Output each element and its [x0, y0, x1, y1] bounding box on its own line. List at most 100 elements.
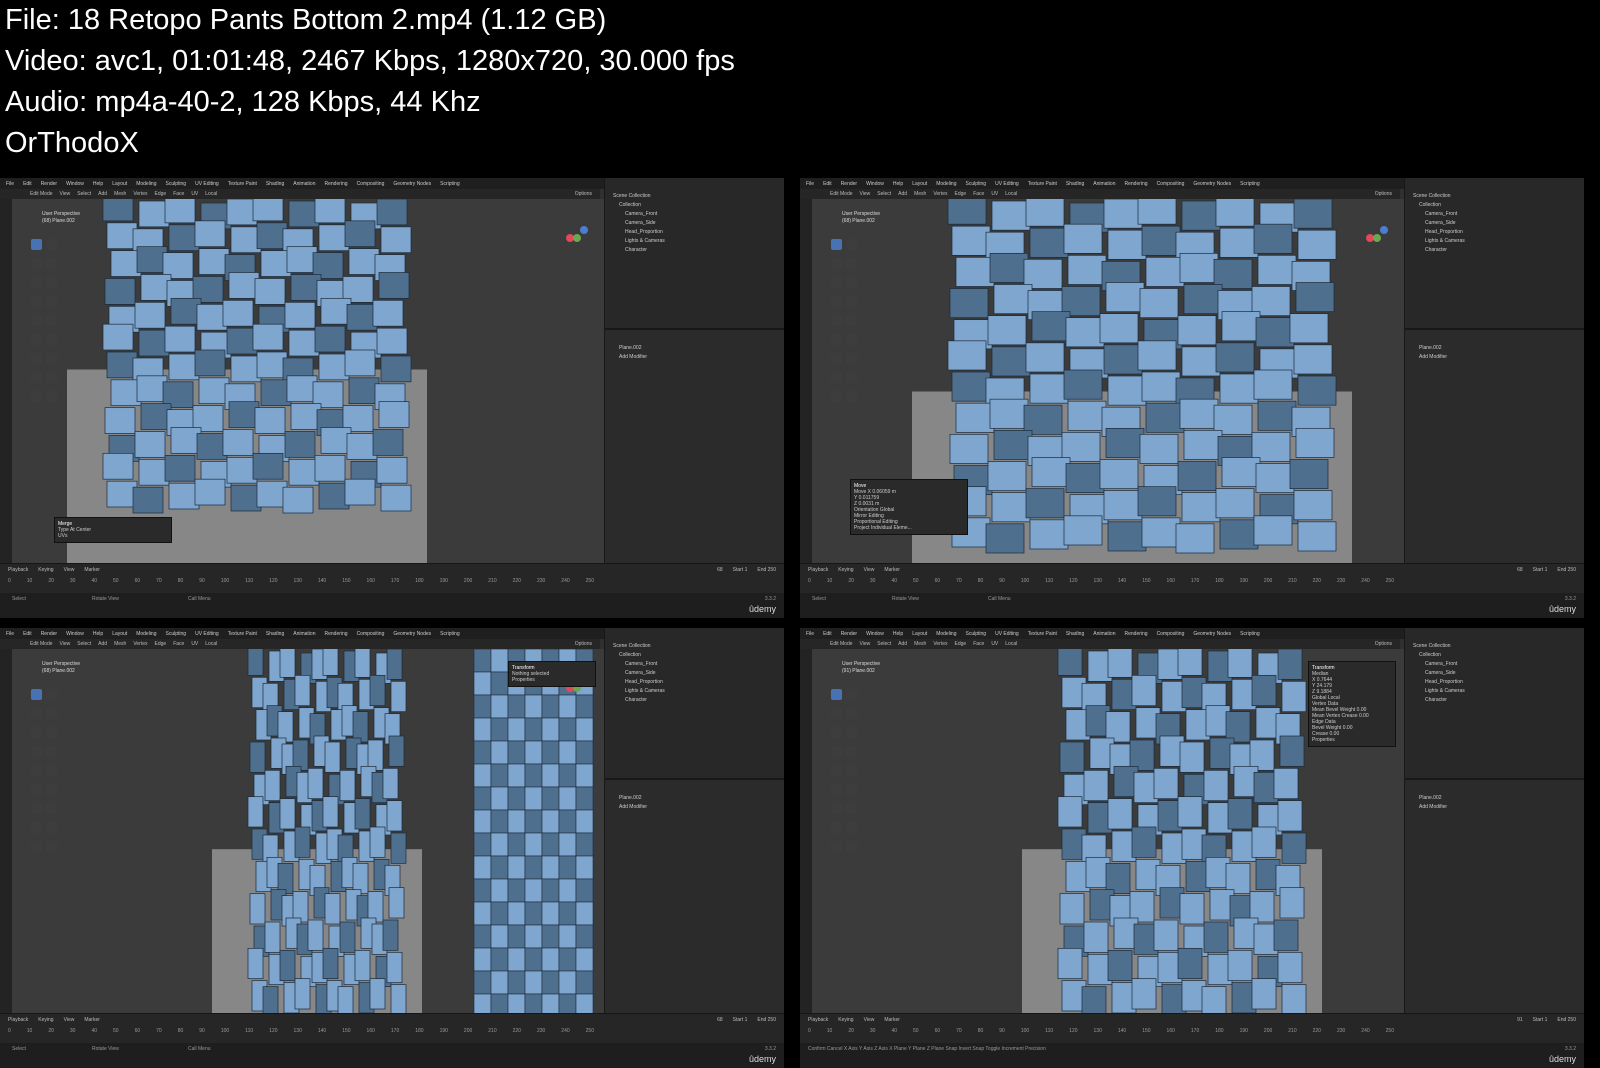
workspace-tab[interactable]: Geometry Nodes [393, 631, 431, 637]
frame-ruler[interactable]: 0 10 20 30 40 50 60 70 80 90 100 110 120 130 140 150 160… [808, 1028, 1394, 1038]
tool-icon[interactable] [846, 784, 857, 795]
add-modifier-button[interactable]: Add Modifier [1405, 803, 1584, 812]
menu-item[interactable]: Window [66, 631, 84, 637]
tool-icon[interactable] [46, 334, 57, 345]
outliner-row[interactable]: Lights & Cameras [1405, 687, 1584, 696]
tool-icon[interactable] [831, 727, 842, 738]
panel-row[interactable]: UVs [58, 533, 168, 539]
workspace-tab[interactable]: UV Editing [195, 181, 219, 187]
outliner-row[interactable]: Lights & Cameras [605, 687, 784, 696]
timeline-menu-item[interactable]: Marker [884, 567, 900, 573]
tool-icon[interactable] [46, 258, 57, 269]
tool-icon[interactable] [31, 315, 42, 326]
panel-row[interactable]: Project Individual Eleme... [854, 525, 964, 531]
panel-row[interactable]: Properties [1312, 737, 1392, 743]
tool-icon[interactable] [31, 765, 42, 776]
workspace-tab[interactable]: Sculpting [966, 631, 987, 637]
tool-icon[interactable] [31, 746, 42, 757]
tool-icon[interactable] [846, 315, 857, 326]
outliner-row[interactable]: Camera_Front [1405, 210, 1584, 219]
workspace-tab[interactable]: Rendering [324, 181, 347, 187]
menu-item[interactable]: Help [93, 631, 103, 637]
workspace-tab[interactable]: Animation [1093, 631, 1115, 637]
tool-icon[interactable] [46, 315, 57, 326]
timeline-menu-item[interactable]: Keying [838, 1017, 853, 1023]
tool-icon[interactable] [831, 765, 842, 776]
add-modifier-button[interactable]: Add Modifier [1405, 353, 1584, 362]
tool-icon[interactable] [31, 822, 42, 833]
workspace-tab[interactable]: Layout [912, 181, 927, 187]
viewport-menu-item[interactable]: Add [898, 191, 907, 197]
tool-icon[interactable] [831, 353, 842, 364]
workspace-tab[interactable]: Geometry Nodes [393, 181, 431, 187]
tool-icon[interactable] [31, 296, 42, 307]
timeline-menu-item[interactable]: Marker [884, 1017, 900, 1023]
timeline-menu-item[interactable]: Playback [808, 567, 828, 573]
menu-item[interactable]: Render [41, 181, 57, 187]
viewport-menu-item[interactable]: Mesh [914, 191, 926, 197]
tool-icon[interactable] [46, 784, 57, 795]
workspace-tab[interactable]: Rendering [1124, 631, 1147, 637]
menu-item[interactable]: File [6, 181, 14, 187]
menu-item[interactable]: Render [841, 631, 857, 637]
workspace-tab[interactable]: Sculpting [166, 631, 187, 637]
workspace-tab[interactable]: Sculpting [166, 181, 187, 187]
tool-icon[interactable] [831, 708, 842, 719]
tool-icon[interactable] [846, 334, 857, 345]
3d-viewport[interactable]: User Perspective (68) Plane.002 Transform N… [12, 649, 604, 1013]
outliner-row[interactable]: Character [605, 696, 784, 705]
tool-icon[interactable] [831, 391, 842, 402]
timeline-menu-item[interactable]: Marker [84, 567, 100, 573]
frame-ruler[interactable]: 0 10 20 30 40 50 60 70 80 90 100 110 120 130 140 150 160… [808, 578, 1394, 588]
tool-icon[interactable] [31, 334, 42, 345]
menu-item[interactable]: Help [893, 181, 903, 187]
tool-icon[interactable] [46, 822, 57, 833]
tool-icon[interactable] [846, 727, 857, 738]
viewport-menu-item[interactable]: Select [77, 191, 91, 197]
operator-panel[interactable]: Merge Type At Center UVs [54, 517, 172, 543]
tool-icon[interactable] [846, 708, 857, 719]
transform-orientation[interactable]: Local [1005, 641, 1017, 647]
tool-icon[interactable] [831, 372, 842, 383]
mode-select[interactable]: Edit Mode [30, 641, 53, 647]
menu-item[interactable]: Render [841, 181, 857, 187]
tool-icon[interactable] [831, 841, 842, 852]
operator-panel[interactable]: Transform Nothing selected Properties [508, 661, 596, 687]
menu-item[interactable]: File [806, 181, 814, 187]
options-button[interactable]: Options [575, 641, 600, 647]
viewport-menu-item[interactable]: Vertex [933, 641, 947, 647]
workspace-tab[interactable]: Shading [266, 181, 284, 187]
menu-item[interactable]: Window [866, 181, 884, 187]
tool-icon[interactable] [31, 353, 42, 364]
outliner-row[interactable]: Lights & Cameras [1405, 237, 1584, 246]
viewport-menu-item[interactable]: Add [898, 641, 907, 647]
viewport-menu-item[interactable]: Edge [955, 641, 967, 647]
tool-icon[interactable] [31, 239, 42, 250]
add-modifier-button[interactable]: Add Modifier [605, 803, 784, 812]
outliner-row[interactable]: Camera_Side [1405, 669, 1584, 678]
operator-panel[interactable]: Transform Median X 0.7644 Y 24.179 Z 9.1884 G… [1308, 661, 1396, 747]
transform-orientation[interactable]: Local [1005, 191, 1017, 197]
tool-icon[interactable] [31, 372, 42, 383]
viewport-menu-item[interactable]: Select [877, 191, 891, 197]
timeline-menu-item[interactable]: View [64, 567, 75, 573]
tool-icon[interactable] [846, 277, 857, 288]
tool-icon[interactable] [846, 353, 857, 364]
tool-icon[interactable] [846, 296, 857, 307]
menu-item[interactable]: Edit [23, 181, 32, 187]
menu-item[interactable]: Help [893, 631, 903, 637]
workspace-tab[interactable]: Geometry Nodes [1193, 181, 1231, 187]
outliner-row[interactable]: Head_Proportion [605, 228, 784, 237]
options-button[interactable]: Options [1375, 641, 1400, 647]
tool-icon[interactable] [46, 239, 57, 250]
workspace-tab[interactable]: Texture Paint [228, 181, 257, 187]
tool-icon[interactable] [46, 391, 57, 402]
outliner-row[interactable]: Character [605, 246, 784, 255]
outliner-row[interactable]: Scene Collection [605, 642, 784, 651]
tool-icon[interactable] [831, 239, 842, 250]
outliner-row[interactable]: Character [1405, 696, 1584, 705]
tool-icon[interactable] [846, 689, 857, 700]
outliner-row[interactable]: Head_Proportion [1405, 228, 1584, 237]
tool-icon[interactable] [46, 372, 57, 383]
workspace-tab[interactable]: Compositing [1157, 181, 1185, 187]
